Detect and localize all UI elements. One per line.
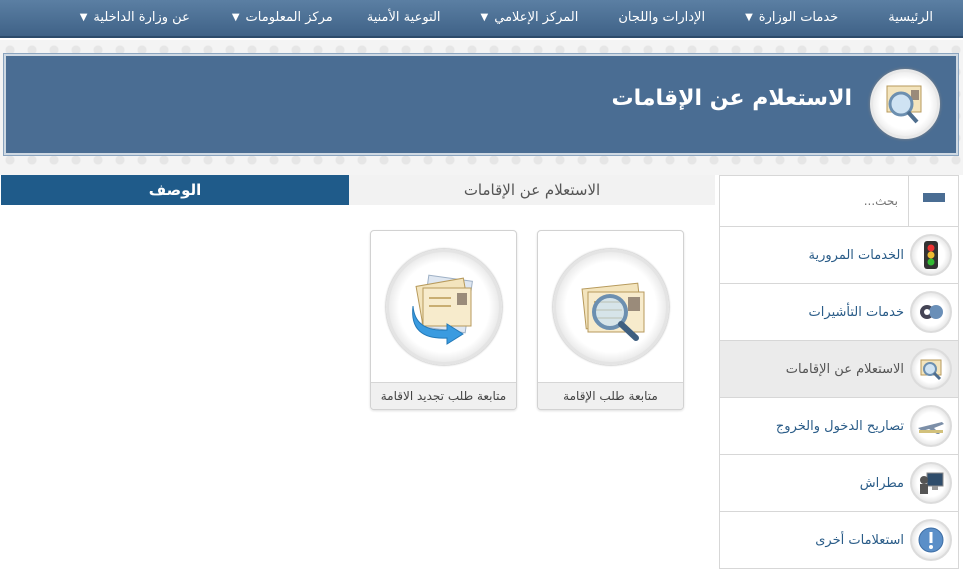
traffic-light-icon <box>910 234 952 276</box>
sidebar-item-label: تصاريح الدخول والخروج <box>775 418 904 434</box>
tab-residency-inquiry[interactable]: الاستعلام عن الإقامات <box>349 175 715 205</box>
sidebar-item-residency-inquiry[interactable]: الاستعلام عن الإقامات <box>720 341 958 398</box>
nav-departments[interactable]: الإدارات واللجان <box>608 0 715 37</box>
sidebar-item-label: خدمات التأشيرات <box>808 304 904 320</box>
nav-information-center[interactable]: مركز المعلومات ▼ <box>222 0 343 37</box>
document-arrow-icon <box>385 248 502 365</box>
nav-about-ministry[interactable]: عن وزارة الداخلية ▼ <box>70 0 200 37</box>
chevron-down-icon: ▼ <box>745 12 753 23</box>
card-label: متابعة طلب الإقامة <box>538 382 683 409</box>
card-label: متابعة طلب تجديد الاقامة <box>371 382 516 409</box>
nav-ministry-services[interactable]: خدمات الوزارة ▼ <box>735 0 848 37</box>
hamburger-icon <box>922 193 945 209</box>
service-card-residency-renewal-tracking[interactable]: متابعة طلب تجديد الاقامة <box>370 230 517 410</box>
nav-about-ministry-label: عن وزارة الداخلية <box>93 10 190 25</box>
service-card-residency-tracking[interactable]: متابعة طلب الإقامة <box>537 230 684 410</box>
top-navigation: الرئيسية خدمات الوزارة ▼ الإدارات واللجان… <box>0 0 963 38</box>
sidebar-item-visa-services[interactable]: خدمات التأشيرات <box>720 284 958 341</box>
visa-icon <box>910 291 952 333</box>
sidebar-item-label: الخدمات المرورية <box>808 247 905 263</box>
nav-security-awareness[interactable]: التوعية الأمنية <box>357 0 451 37</box>
nav-departments-label: الإدارات واللجان <box>618 10 706 25</box>
nav-media-center[interactable]: المركز الإعلامي ▼ <box>471 0 589 37</box>
nav-home-label: الرئيسية <box>888 10 933 25</box>
page-banner: الاستعلام عن الإقامات <box>4 54 958 155</box>
exclamation-icon <box>910 519 952 561</box>
nav-media-center-label: المركز الإعلامي <box>494 10 579 25</box>
chevron-down-icon: ▼ <box>79 12 88 23</box>
nav-home[interactable]: الرئيسية <box>878 0 943 37</box>
nav-security-awareness-label: التوعية الأمنية <box>366 10 441 25</box>
sidebar-item-matrash[interactable]: مطراش <box>720 455 958 512</box>
sidebar-item-traffic-services[interactable]: الخدمات المرورية <box>720 227 958 284</box>
residency-search-icon <box>910 348 952 390</box>
tab-description[interactable]: الوصف <box>1 175 349 205</box>
residency-search-icon <box>870 69 940 139</box>
card-image <box>538 231 683 382</box>
sidebar-search <box>720 176 958 227</box>
card-image <box>371 231 516 382</box>
airplane-icon <box>910 405 952 447</box>
search-input[interactable] <box>728 194 908 208</box>
chevron-down-icon: ▼ <box>480 12 489 23</box>
nav-ministry-services-label: خدمات الوزارة <box>758 10 839 25</box>
nav-information-center-label: مركز المعلومات <box>245 10 333 25</box>
sidebar: الخدمات المرورية خدمات التأشيرات الاستعل… <box>719 175 959 569</box>
menu-toggle-button[interactable] <box>908 176 958 226</box>
sidebar-item-other-inquiries[interactable]: استعلامات أخرى <box>720 512 958 569</box>
sidebar-item-label: الاستعلام عن الإقامات <box>785 361 904 377</box>
page-title: الاستعلام عن الإقامات <box>611 86 852 111</box>
document-magnifier-icon <box>552 248 669 365</box>
sidebar-item-label: مطراش <box>859 475 904 491</box>
sidebar-item-entry-exit-permits[interactable]: تصاريح الدخول والخروج <box>720 398 958 455</box>
computer-user-icon <box>910 462 952 504</box>
chevron-down-icon: ▼ <box>231 12 240 23</box>
sidebar-item-label: استعلامات أخرى <box>815 532 904 548</box>
